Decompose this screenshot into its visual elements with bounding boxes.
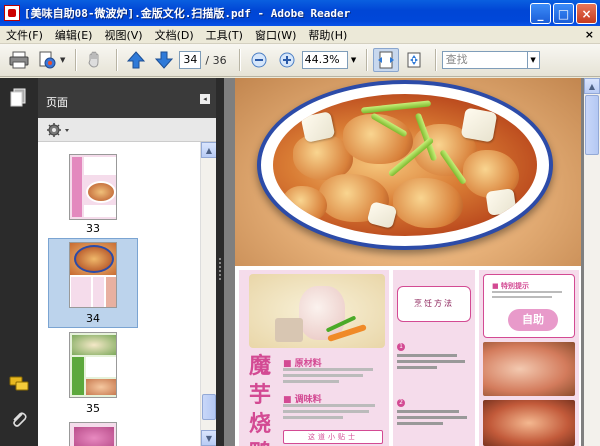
document-page: 魔芋烧鸭 ■ 原材料 ■ 调味料 这道小贴士 烹饪方法 1 (235, 78, 581, 446)
maximize-button[interactable]: □ (553, 3, 574, 24)
comments-icon[interactable] (9, 374, 29, 394)
ingredients-column: 魔芋烧鸭 ■ 原材料 ■ 调味料 这道小贴士 (239, 270, 389, 446)
feature-heading: ■ 特别提示 (492, 282, 530, 290)
toolbar-separator (365, 49, 367, 71)
document-share-icon (39, 51, 56, 69)
previous-page-button[interactable] (123, 48, 149, 72)
fit-width-icon (377, 51, 394, 69)
window-controls: _ □ × (530, 3, 597, 24)
minimize-button[interactable]: _ (530, 3, 551, 24)
find-dropdown-icon[interactable]: ▼ (527, 51, 540, 69)
thumbnail-page-34[interactable] (69, 242, 117, 308)
page-total: / 36 (205, 53, 227, 67)
close-button[interactable]: × (576, 3, 597, 24)
plate (257, 80, 553, 250)
thumbnail-page-35[interactable] (69, 332, 117, 398)
attachments-icon[interactable] (9, 410, 29, 430)
thumbnail-label: 35 (86, 402, 100, 415)
arrow-up-icon (127, 51, 146, 69)
feature-column: ■ 特别提示 自助 (479, 270, 579, 446)
scroll-up-icon[interactable]: ▲ (201, 142, 217, 158)
ingredients-text (283, 368, 383, 383)
menu-file[interactable]: 文件(F) (6, 27, 43, 43)
menu-view[interactable]: 视图(V) (104, 27, 142, 43)
ingredients-photo (249, 274, 385, 348)
thumbnail-page-36[interactable] (69, 422, 117, 446)
toolbar-separator (238, 49, 240, 71)
printer-icon (9, 51, 29, 69)
recipe-photo (235, 78, 581, 266)
feature-text (492, 291, 572, 298)
thumbnail-label: 33 (86, 222, 100, 235)
collaborate-button[interactable] (34, 48, 60, 72)
close-document-button[interactable]: × (585, 28, 594, 41)
scrollbar-thumb[interactable] (202, 394, 216, 420)
method-heading: 烹饪方法 (397, 286, 471, 322)
splitter-grip[interactable] (219, 258, 221, 282)
hand-icon (88, 51, 99, 68)
method-column: 烹饪方法 1 2 (393, 270, 475, 446)
fit-page-button[interactable] (401, 48, 427, 72)
recipe-title: 魔芋烧鸭 (248, 353, 271, 446)
menu-document[interactable]: 文档(D) (155, 27, 194, 43)
fit-width-button[interactable] (372, 48, 399, 72)
zoom-level-input[interactable]: 44.3% (301, 51, 348, 69)
self-service-badge: 自助 (508, 309, 558, 331)
scrollbar-thumb[interactable] (585, 95, 599, 155)
fit-page-icon (407, 52, 421, 68)
menu-tools[interactable]: 工具(T) (206, 27, 243, 43)
print-button[interactable] (6, 48, 32, 72)
menu-bar: 文件(F) 编辑(E) 视图(V) 文档(D) 工具(T) 窗口(W) 帮助(H… (0, 26, 600, 44)
page-number-input[interactable]: 34 (179, 51, 202, 69)
pages-panel-header: 页面 ◂ (38, 78, 216, 118)
thumbnail-label: 34 (86, 312, 100, 325)
pages-icon[interactable] (9, 88, 29, 108)
step-2-photo (483, 400, 575, 446)
scroll-down-icon[interactable]: ▼ (201, 430, 217, 446)
thumbnail-page-33[interactable] (69, 154, 117, 220)
next-page-button[interactable] (151, 48, 177, 72)
zoom-out-icon (251, 52, 267, 68)
hand-tool-button[interactable] (82, 48, 108, 72)
toolbar: ▼ 34 / 36 44.3% ▼ 查找 ▼ (0, 44, 600, 77)
zoom-in-button[interactable] (274, 48, 300, 72)
menu-edit[interactable]: 编辑(E) (55, 27, 93, 43)
braised-duck-dish (273, 94, 537, 236)
panel-splitter[interactable] (216, 78, 224, 446)
arrow-down-icon (155, 51, 174, 69)
navigation-strip (0, 78, 38, 446)
feature-box: ■ 特别提示 自助 (483, 274, 575, 338)
thumbnail-scrollbar[interactable]: ▲ ▼ (200, 142, 217, 446)
pages-panel-title: 页面 (46, 96, 68, 109)
title-bar[interactable]: [美味自助08-微波炉].金版文化.扫描版.pdf - Adobe Reader… (0, 0, 600, 26)
thumbnail-list: 33 34 35 (38, 142, 200, 446)
menu-help[interactable]: 帮助(H) (308, 27, 347, 43)
zoom-out-button[interactable] (246, 48, 272, 72)
toolbar-separator (116, 49, 118, 71)
step-1: 1 (397, 342, 471, 369)
zoom-dropdown-icon[interactable]: ▼ (348, 51, 360, 69)
menu-window[interactable]: 窗口(W) (255, 27, 296, 43)
step-2: 2 (397, 398, 471, 425)
zoom-in-icon (279, 52, 295, 68)
document-view[interactable]: 魔芋烧鸭 ■ 原材料 ■ 调味料 这道小贴士 烹饪方法 1 (224, 78, 600, 446)
collapse-panel-button[interactable]: ◂ (200, 94, 210, 104)
pages-panel: 页面 ◂ 33 34 35 ▲ ▼ (38, 78, 217, 446)
toolbar-separator (434, 49, 436, 71)
scroll-up-icon[interactable]: ▲ (584, 78, 600, 94)
pdf-app-icon (4, 5, 20, 21)
collaborate-dropdown-icon[interactable]: ▼ (60, 56, 65, 64)
toolbar-separator (75, 49, 77, 71)
tip-box: 这道小贴士 (283, 430, 383, 444)
gear-icon[interactable] (46, 122, 72, 138)
step-1-photo (483, 342, 575, 396)
window-title: [美味自助08-微波炉].金版文化.扫描版.pdf - Adobe Reader (24, 7, 351, 20)
pages-panel-options (38, 118, 216, 142)
document-scrollbar[interactable]: ▲ (584, 78, 600, 446)
recipe-text-area: 魔芋烧鸭 ■ 原材料 ■ 调味料 这道小贴士 烹饪方法 1 (235, 266, 581, 446)
seasonings-text (283, 404, 383, 419)
find-input[interactable]: 查找 (441, 51, 528, 69)
